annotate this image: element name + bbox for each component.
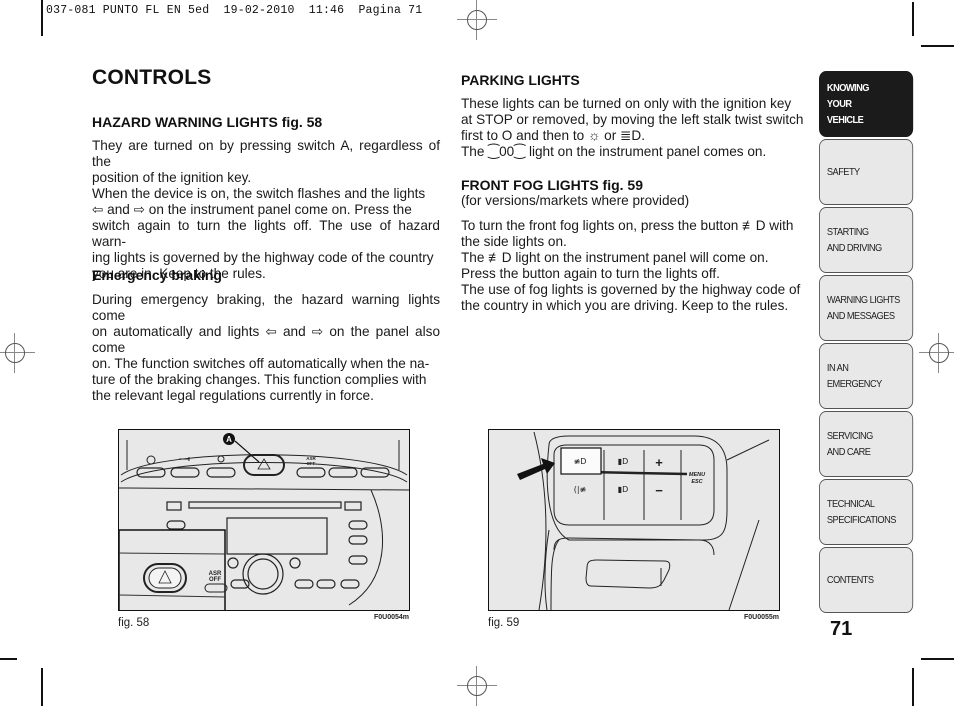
parking-lights-heading: PARKING LIGHTS xyxy=(461,72,580,88)
text-line: During emergency braking, the hazard war… xyxy=(92,292,440,323)
headlamp-adjust-icon: ▮D xyxy=(618,485,629,494)
crop-mark xyxy=(0,658,17,660)
emergency-braking-text: During emergency braking, the hazard war… xyxy=(92,292,440,404)
crop-mark xyxy=(41,0,43,36)
esc-label: ESC xyxy=(691,479,703,485)
tab-starting-and-driving[interactable]: STARTING AND DRIVING xyxy=(819,207,914,273)
text-line: on automatically and lights ⇦ and ⇨ on t… xyxy=(92,324,440,355)
parking-lights-text: These lights can be turned on only with … xyxy=(461,96,809,160)
steering-wheel-icon xyxy=(146,455,156,465)
text-line: The ⁐00⁐ light on the instrument panel c… xyxy=(461,144,767,159)
text-line: the country in which you are driving. Ke… xyxy=(461,298,789,313)
page-title: CONTROLS xyxy=(92,66,212,89)
figure-59-caption: fig. 59 xyxy=(488,617,520,629)
front-fog-lights-text: To turn the front fog lights on, press t… xyxy=(461,218,809,314)
text-line: The ≢D light on the instrument panel wil… xyxy=(461,250,769,265)
registration-mark xyxy=(457,666,497,706)
text-line: The use of fog lights is governed by the… xyxy=(461,282,801,297)
tab-technical-specifications[interactable]: TECHNICAL SPECIFICATIONS xyxy=(819,479,914,545)
tab-servicing-and-care[interactable]: SERVICING AND CARE xyxy=(819,411,914,477)
text-line: To turn the front fog lights on, press t… xyxy=(461,218,794,233)
registration-mark xyxy=(919,333,954,373)
arrow-pointer-icon xyxy=(517,458,555,480)
text-line: position of the ignition key. xyxy=(92,170,252,185)
callout-a-label: A xyxy=(226,435,232,444)
hazard-heading: HAZARD WARNING LIGHTS fig. 58 xyxy=(92,114,323,130)
figure-59: ≢D ▮D + (|≢ ▮D − MENU ESC xyxy=(488,429,780,611)
minus-button-label: − xyxy=(655,483,663,498)
registration-mark xyxy=(457,0,497,40)
inset-detail: ASR OFF xyxy=(119,529,228,610)
tab-warning-lights-and-messages[interactable]: WARNING LIGHTS AND MESSAGES xyxy=(819,275,914,341)
text-line: ing lights is governed by the highway co… xyxy=(92,250,434,265)
text-line: These lights can be turned on only with … xyxy=(461,96,792,111)
text-line: on. The function switches off automatica… xyxy=(92,356,430,371)
figure-58-code: F0U0054m xyxy=(374,614,410,621)
text-line: first to O and then to ☼ or ≣D. xyxy=(461,128,646,143)
plus-button-label: + xyxy=(655,455,663,470)
svg-text:OFF: OFF xyxy=(209,577,221,583)
front-fog-light-icon: ≢D xyxy=(574,457,587,466)
low-beam-icon: ▮D xyxy=(618,457,629,466)
text-line: ⇦ and ⇨ on the instrument panel come on.… xyxy=(92,202,412,217)
text-line: They are turned on by pressing switch A,… xyxy=(92,138,440,169)
figure-58: A ASR OFF ASR OFF xyxy=(118,429,410,611)
print-header: 037-081 PUNTO FL EN 5ed 19-02-2010 11:46… xyxy=(46,4,423,17)
text-line: ture of the braking changes. This functi… xyxy=(92,372,427,387)
fog-light-panel-illustration: ≢D ▮D + (|≢ ▮D − MENU ESC xyxy=(517,431,770,610)
off-label: OFF xyxy=(307,461,316,466)
text-line: switch again to turn the lights off. The… xyxy=(92,218,440,249)
crop-mark xyxy=(912,668,914,706)
crop-mark xyxy=(912,2,914,36)
text-line: Press the button again to turn the light… xyxy=(461,266,720,281)
tab-contents[interactable]: CONTENTS xyxy=(819,547,914,613)
front-fog-lights-subheading: (for versions/markets where provided) xyxy=(461,193,690,208)
tab-in-an-emergency[interactable]: IN AN EMERGENCY xyxy=(819,343,914,409)
figure-58-caption: fig. 58 xyxy=(118,617,150,629)
crop-mark xyxy=(921,45,954,47)
emergency-braking-heading: Emergency braking xyxy=(92,267,222,283)
rear-fog-light-icon: (|≢ xyxy=(574,485,587,494)
tab-knowing-your-vehicle[interactable]: KNOWING YOUR VEHICLE xyxy=(819,71,914,137)
figure-59-code: F0U0055m xyxy=(744,614,780,621)
text-line: at STOP or removed, by moving the left s… xyxy=(461,112,804,127)
key-icon xyxy=(179,457,190,461)
hazard-text: They are turned on by pressing switch A,… xyxy=(92,138,440,282)
dashboard-illustration: A ASR OFF ASR OFF xyxy=(119,433,409,610)
registration-mark xyxy=(0,333,35,373)
front-fog-lights-heading: FRONT FOG LIGHTS fig. 59 xyxy=(461,177,643,193)
no-parking-icon xyxy=(217,455,225,463)
crop-mark xyxy=(41,668,43,706)
tab-safety[interactable]: SAFETY xyxy=(819,139,914,205)
text-line: When the device is on, the switch flashe… xyxy=(92,186,426,201)
menu-label: MENU xyxy=(689,472,706,478)
text-line: the side lights on. xyxy=(461,234,567,249)
page-number: 71 xyxy=(830,618,853,640)
crop-mark xyxy=(921,658,954,660)
hazard-triangle-icon xyxy=(257,458,271,470)
text-line: the relevant legal regulations currently… xyxy=(92,388,374,403)
